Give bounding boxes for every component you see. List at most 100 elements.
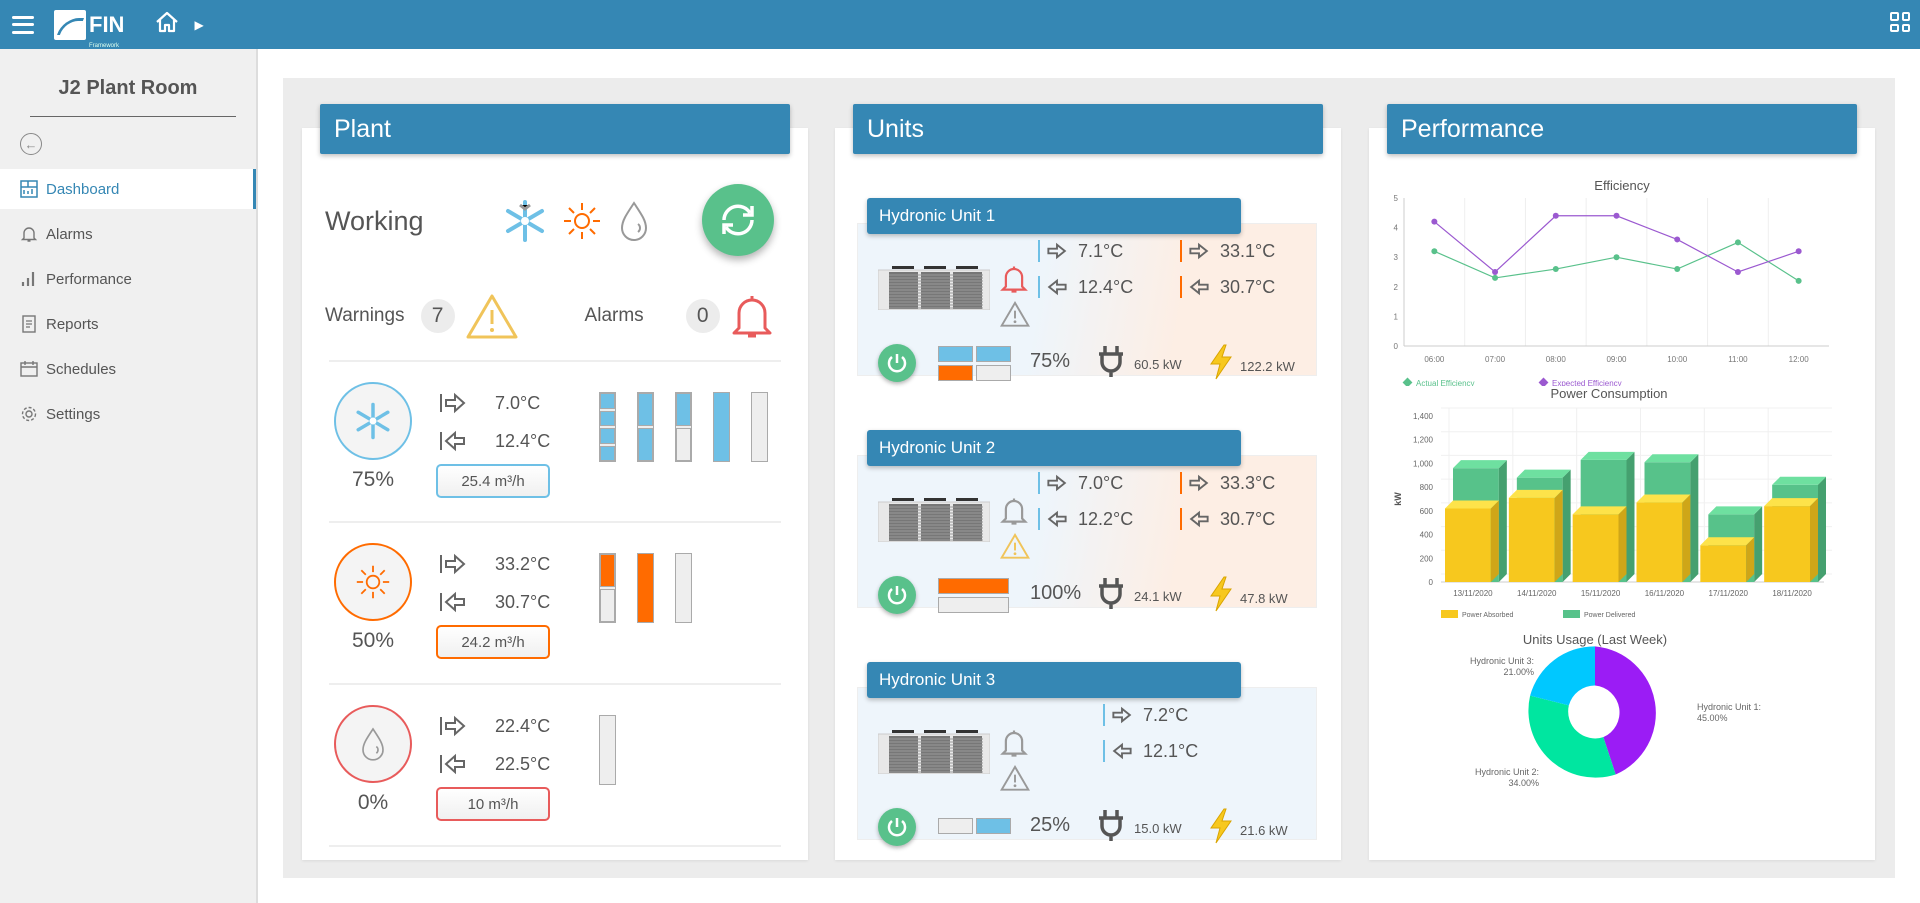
stage-indicator — [976, 818, 1011, 834]
chart-title: Efficiency — [1594, 178, 1650, 193]
hot-supply-temp: 33.1°C — [1180, 236, 1275, 266]
sidebar-item-label: Schedules — [46, 360, 117, 378]
plug-icon — [1099, 578, 1123, 609]
data-point — [1674, 236, 1681, 243]
unit-alarm-bell-icon[interactable] — [1000, 496, 1028, 526]
cold-supply-temp: 7.1°C — [1038, 236, 1123, 266]
series-line-0 — [1434, 241, 1799, 282]
heating-gauge[interactable] — [334, 543, 412, 621]
dashboard-main: Plant Working Warnings 7 Alarms 0 75% 7. — [283, 78, 1895, 878]
refresh-button[interactable] — [702, 184, 774, 256]
sidebar-item-alarms[interactable]: Alarms — [0, 214, 256, 254]
sidebar-item-dashboard[interactable]: Dashboard — [0, 169, 256, 209]
legend-marker — [1563, 610, 1580, 618]
sun-icon — [564, 203, 600, 239]
unit-alarm-bell-icon[interactable] — [1000, 728, 1028, 758]
warnings-count-badge[interactable]: 7 — [420, 299, 455, 333]
grid-icon[interactable] — [1890, 12, 1910, 32]
x-tick-label: 06:00 — [1424, 355, 1445, 364]
unit-stage-bar — [637, 553, 654, 623]
chevron-right-icon[interactable]: ▶ — [194, 18, 203, 32]
legend-marker — [1441, 610, 1458, 618]
warning-icon[interactable] — [465, 292, 519, 340]
unit-title[interactable]: Hydronic Unit 1 — [867, 198, 1241, 234]
lightning-icon — [1210, 808, 1232, 844]
unit-power-button[interactable] — [878, 808, 916, 846]
power-icon — [887, 586, 907, 605]
x-tick-label: 18/11/2020 — [1772, 589, 1812, 598]
unit-power-button[interactable] — [878, 344, 916, 382]
flow-rate: 24.2 m³/h — [436, 625, 550, 659]
alarm-bell-icon[interactable] — [730, 292, 774, 340]
unit-title[interactable]: Hydronic Unit 2 — [867, 430, 1241, 466]
data-point — [1552, 212, 1559, 219]
water-drop-icon — [620, 201, 648, 241]
y-tick-label: 3 — [1394, 253, 1399, 262]
menu-icon[interactable] — [12, 15, 34, 34]
unit-warning-icon[interactable] — [1000, 532, 1030, 560]
flow-rate: 10 m³/h — [436, 787, 550, 821]
unit-warning-icon[interactable] — [1000, 764, 1030, 792]
unit-stage-bar — [675, 553, 692, 623]
stage-indicator — [938, 365, 973, 381]
y-tick-label: 4 — [1394, 224, 1399, 233]
unit-power-button[interactable] — [878, 576, 916, 614]
plant-panel-title: Plant — [320, 104, 790, 154]
alarms-count-badge[interactable]: 0 — [685, 299, 720, 333]
gear-icon — [21, 406, 37, 422]
logo-text: FIN — [89, 11, 125, 37]
sun-icon — [356, 565, 390, 599]
unit-title[interactable]: Hydronic Unit 3 — [867, 662, 1241, 698]
power-consumption-chart: Power Consumption kW 0 200 400 600 800 1,000 1,2… — [1393, 386, 1832, 619]
arrow-out-icon — [1189, 474, 1209, 492]
slice-label: Hydronic Unit 2: — [1475, 767, 1539, 777]
arrow-out-icon — [440, 553, 466, 575]
arrow-in-icon — [1189, 510, 1209, 528]
site-title: J2 Plant Room — [58, 77, 198, 99]
arrow-in-icon — [1189, 278, 1209, 296]
chiller-image — [878, 266, 990, 310]
lightning-icon — [1210, 344, 1232, 380]
unit-load: 75% — [1030, 350, 1071, 372]
snowflake-icon — [506, 200, 544, 242]
unit-warning-icon[interactable] — [1000, 300, 1030, 328]
back-icon[interactable]: ← — [20, 133, 42, 155]
flow-rate: 25.4 m³/h — [436, 464, 550, 498]
legend-label: Power Delivered — [1584, 612, 1635, 619]
dashboard-icon — [20, 180, 38, 198]
y-tick-label: 2 — [1394, 283, 1399, 292]
sidebar-item-performance[interactable]: Performance — [0, 259, 256, 299]
sidebar-item-schedules[interactable]: Schedules — [0, 349, 256, 389]
sidebar-item-label: Alarms — [46, 225, 93, 243]
x-tick-label: 12:00 — [1789, 355, 1810, 364]
unit-stages — [938, 578, 1009, 613]
x-tick-label: 08:00 — [1546, 355, 1567, 364]
chart-title: Units Usage (Last Week) — [1523, 632, 1667, 647]
sidebar-item-label: Performance — [46, 270, 132, 288]
unit-body: 7.0°C 12.2°C 33.3°C 30.7°C 100% 24.1 kW … — [857, 455, 1317, 614]
slice-value: 34.00% — [1508, 778, 1539, 788]
slice-value: 21.00% — [1503, 667, 1534, 677]
unit-body: 7.2°C 12.1°C 25% 15.0 kW 21.6 kW — [857, 687, 1317, 846]
stage-segment — [752, 393, 767, 461]
x-tick-label: 11:00 — [1728, 355, 1748, 364]
sidebar-item-settings[interactable]: Settings — [0, 394, 256, 434]
cooling-gauge[interactable] — [334, 382, 412, 460]
y-tick-label: 800 — [1420, 483, 1434, 492]
sidebar-item-reports[interactable]: Reports — [0, 304, 256, 344]
home-icon[interactable] — [154, 10, 180, 39]
sidebar-item-label: Reports — [46, 315, 99, 333]
stage-indicator — [938, 346, 973, 362]
chart-title: Power Consumption — [1550, 386, 1667, 401]
data-point — [1431, 218, 1438, 225]
data-point — [1431, 248, 1438, 255]
dhw-gauge[interactable] — [334, 705, 412, 783]
fin-logo[interactable]: FIN Framework — [54, 9, 125, 49]
power-absorbed: 60.5 kW — [1096, 344, 1182, 378]
arrow-in-icon — [1047, 510, 1067, 528]
unit-alarm-bell-icon[interactable] — [1000, 264, 1028, 294]
unit-stage-bar — [675, 392, 692, 462]
stage-indicator — [938, 597, 1009, 613]
heating-percent: 50% — [351, 629, 395, 652]
x-tick-label: 09:00 — [1606, 355, 1627, 364]
